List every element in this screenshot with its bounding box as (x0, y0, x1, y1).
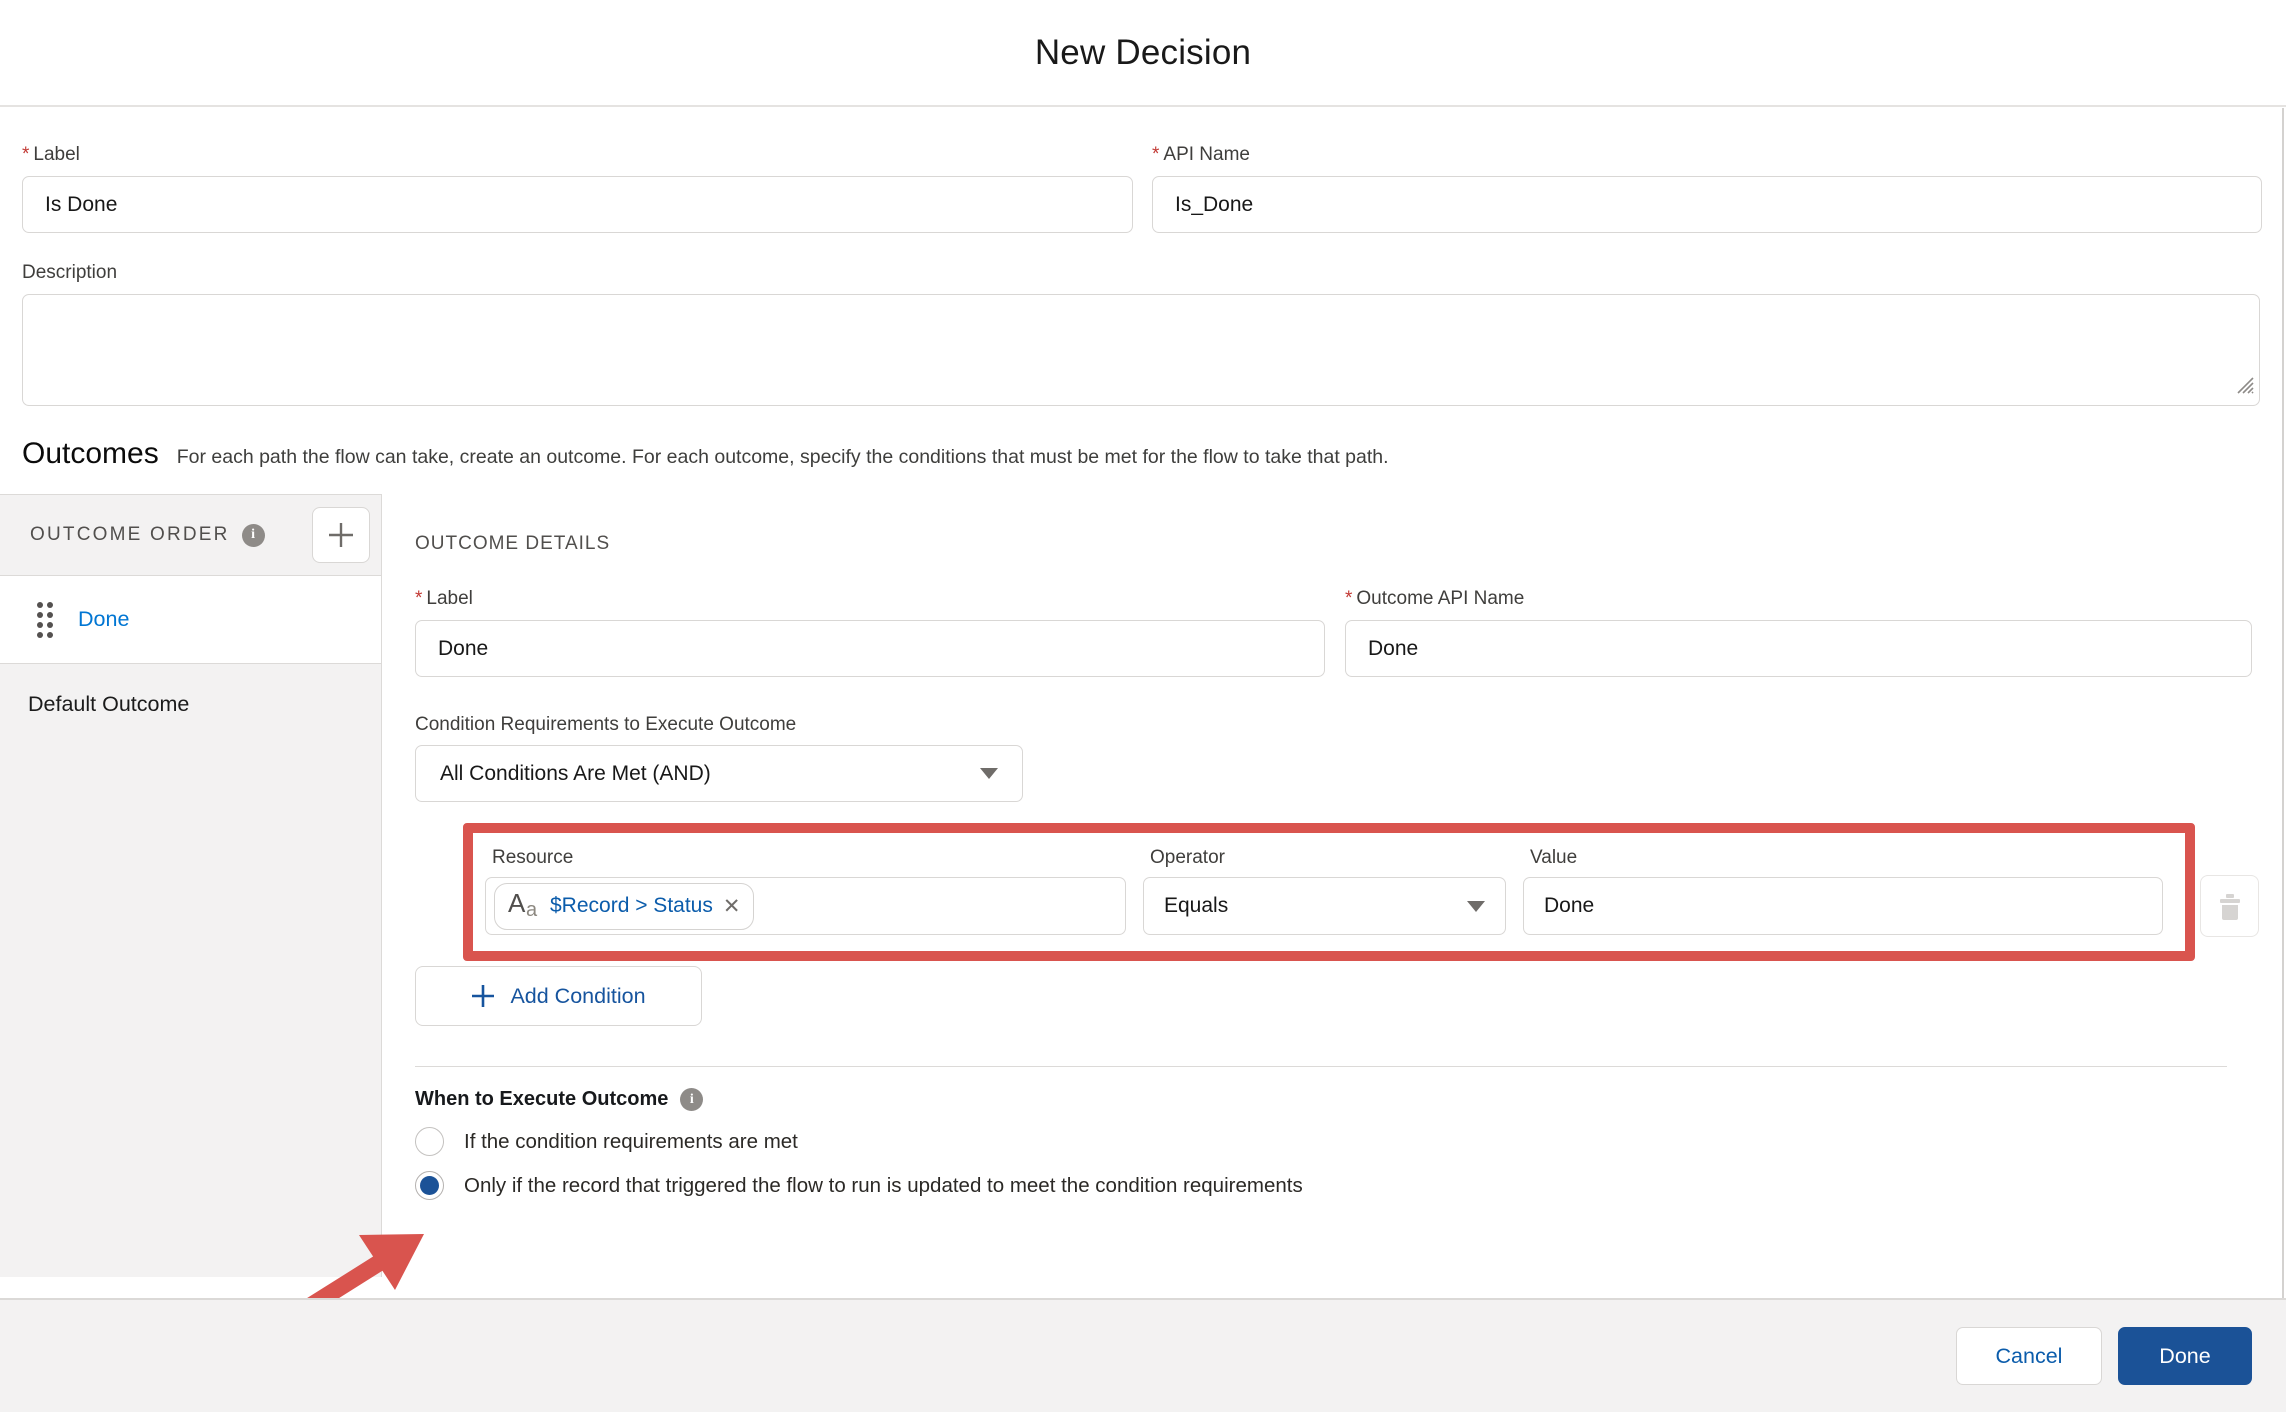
panel-right-border (2282, 108, 2284, 1412)
chevron-down-icon (980, 768, 998, 779)
sidebar-item-default-outcome[interactable]: Default Outcome (0, 664, 381, 717)
radio-selected-icon[interactable] (415, 1171, 444, 1200)
radio-option-condition-met[interactable]: If the condition requirements are met (415, 1127, 2259, 1156)
chevron-down-icon (1467, 901, 1485, 912)
resource-combobox[interactable]: A a $Record > Status ✕ (485, 877, 1126, 935)
value-caption: Value (1530, 847, 2163, 869)
outcomes-heading: Outcomes (22, 437, 159, 471)
label-field-group: * Label (22, 144, 1133, 233)
outcome-details-panel: OUTCOME DETAILS * Label * Outcome API Na… (382, 494, 2286, 1277)
operator-field-group: Operator Equals (1143, 841, 1506, 935)
api-name-input[interactable] (1152, 176, 2262, 233)
info-icon[interactable]: i (242, 524, 265, 547)
required-asterisk: * (1345, 588, 1352, 610)
outcomes-panel: OUTCOME ORDER i Done Default Outcome OUT (0, 494, 2286, 1277)
modal-footer: Cancel Done (0, 1298, 2286, 1412)
condition-requirements-select[interactable]: All Conditions Are Met (AND) (415, 745, 1023, 802)
plus-icon (327, 521, 355, 549)
plus-icon (471, 984, 495, 1008)
operator-select[interactable]: Equals (1143, 877, 1506, 935)
api-name-field-group: * API Name (1152, 144, 2262, 233)
new-decision-modal: New Decision * Label * API Name Descript… (0, 0, 2286, 1412)
remove-resource-icon[interactable]: ✕ (723, 896, 741, 917)
text-type-icon: A a (508, 888, 542, 924)
condition-row-region: Resource A a $Record > Status ✕ (415, 823, 2259, 961)
label-field-caption: * Label (22, 144, 1133, 166)
outcome-details-heading: OUTCOME DETAILS (415, 533, 2259, 555)
sidebar-item-done[interactable]: Done (0, 576, 381, 664)
cancel-button[interactable]: Cancel (1956, 1327, 2102, 1385)
delete-condition-button[interactable] (2200, 875, 2259, 937)
outcome-order-header: OUTCOME ORDER i (0, 495, 381, 576)
resource-field-group: Resource A a $Record > Status ✕ (485, 841, 1126, 935)
radio-unselected-icon[interactable] (415, 1127, 444, 1156)
resource-pill-label: $Record > Status (550, 894, 713, 918)
required-asterisk: * (22, 144, 29, 166)
description-field-group: Description (22, 262, 2262, 406)
divider (415, 1066, 2227, 1067)
required-asterisk: * (415, 588, 422, 610)
resource-caption: Resource (492, 847, 1126, 869)
highlight-red-box: Resource A a $Record > Status ✕ (463, 823, 2195, 961)
resource-pill[interactable]: A a $Record > Status ✕ (494, 883, 754, 930)
resize-grip-icon[interactable] (2234, 374, 2254, 399)
outcome-label-caption: * Label (415, 588, 1325, 610)
done-button[interactable]: Done (2118, 1327, 2252, 1385)
drag-handle-icon[interactable] (37, 602, 53, 638)
required-asterisk: * (1152, 144, 1159, 166)
radio-option-record-updated[interactable]: Only if the record that triggered the fl… (415, 1171, 2259, 1200)
outcome-label-input[interactable] (415, 620, 1325, 677)
label-input[interactable] (22, 176, 1133, 233)
when-to-execute-options: If the condition requirements are met On… (415, 1127, 2259, 1200)
sidebar-item-label: Default Outcome (28, 692, 189, 717)
outcomes-section-header: Outcomes For each path the flow can take… (0, 437, 2286, 471)
when-to-execute-header: When to Execute Outcome i (415, 1088, 2259, 1111)
description-caption: Description (22, 262, 2262, 284)
outcome-order-title: OUTCOME ORDER (30, 524, 230, 546)
decision-form: * Label * API Name Description (0, 107, 2286, 406)
description-input[interactable] (22, 294, 2260, 406)
outcome-api-field-group: * Outcome API Name (1345, 588, 2252, 677)
outcome-label-field-group: * Label (415, 588, 1325, 677)
modal-header: New Decision (0, 0, 2286, 107)
condition-requirements-caption: Condition Requirements to Execute Outcom… (415, 714, 2259, 736)
add-outcome-button[interactable] (312, 507, 370, 563)
outcome-order-sidebar: OUTCOME ORDER i Done Default Outcome (0, 494, 382, 1277)
page-title: New Decision (1035, 33, 1251, 73)
outcome-api-caption: * Outcome API Name (1345, 588, 2252, 610)
operator-caption: Operator (1150, 847, 1506, 869)
value-field-group: Value Done (1523, 841, 2163, 935)
api-name-caption: * API Name (1152, 144, 2262, 166)
add-condition-button[interactable]: Add Condition (415, 966, 702, 1026)
value-input[interactable]: Done (1523, 877, 2163, 935)
trash-icon (2215, 890, 2245, 922)
outcome-api-input[interactable] (1345, 620, 2252, 677)
sidebar-item-label: Done (78, 607, 129, 632)
outcomes-subtitle: For each path the flow can take, create … (177, 446, 1389, 469)
info-icon[interactable]: i (680, 1088, 703, 1111)
